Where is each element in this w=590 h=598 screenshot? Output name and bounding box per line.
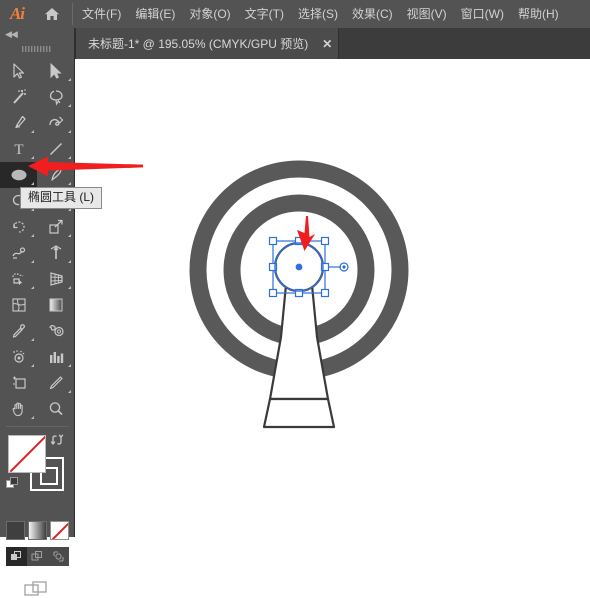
artboard-canvas[interactable]: [75, 59, 590, 537]
symbol-sprayer-tool[interactable]: [0, 344, 37, 370]
flyout-indicator-icon: [68, 182, 71, 185]
flyout-indicator-icon: [68, 78, 71, 81]
menu-edit[interactable]: 编辑(E): [128, 3, 182, 26]
blend-tool[interactable]: [37, 318, 74, 344]
flyout-indicator-icon: [68, 104, 71, 107]
column-graph-tool[interactable]: [37, 344, 74, 370]
hand-tool[interactable]: [0, 396, 37, 422]
tower-base: [262, 397, 336, 429]
document-tab[interactable]: 未标题-1* @ 195.05% (CMYK/GPU 预览) ✕: [75, 28, 340, 59]
flyout-indicator-icon: [68, 286, 71, 289]
draw-normal-button[interactable]: [5, 547, 27, 566]
lasso-tool[interactable]: [37, 84, 74, 110]
flyout-indicator-icon: [31, 338, 34, 341]
menu-help[interactable]: 帮助(H): [511, 3, 566, 26]
panel-drag-grip[interactable]: [0, 41, 74, 56]
document-tab-bar: 未标题-1* @ 195.05% (CMYK/GPU 预览) ✕: [0, 28, 590, 59]
tool-tooltip: 椭圆工具 (L): [20, 187, 103, 209]
tool-grid: T: [0, 58, 74, 422]
gradient-tool[interactable]: [37, 292, 74, 318]
menu-effect[interactable]: 效果(C): [345, 3, 400, 26]
draw-behind-button[interactable]: [26, 547, 48, 566]
swap-fill-stroke-icon[interactable]: [50, 433, 64, 447]
radar-tower-artwork: [189, 160, 409, 429]
live-shape-widget-dot: [342, 265, 346, 269]
curvature-tool[interactable]: [37, 110, 74, 136]
flyout-indicator-icon: [68, 260, 71, 263]
line-segment-tool[interactable]: [37, 136, 74, 162]
flyout-indicator-icon: [31, 416, 34, 419]
scale-tool[interactable]: [37, 214, 74, 240]
flyout-indicator-icon: [31, 234, 34, 237]
zoom-tool[interactable]: [37, 396, 74, 422]
flyout-indicator-icon: [31, 260, 34, 263]
illustrator-logo-icon: Ai: [9, 4, 25, 23]
draw-mode-buttons: [0, 547, 74, 566]
type-tool[interactable]: T: [0, 136, 37, 162]
mesh-tool[interactable]: [0, 292, 37, 318]
color-mode-buttons: [0, 521, 74, 540]
eyedropper-tool[interactable]: [0, 318, 37, 344]
handle-bottom-left[interactable]: [268, 288, 278, 298]
none-slash-icon: [50, 522, 68, 539]
default-fill-stroke-icon[interactable]: [6, 477, 19, 490]
artboard-tool[interactable]: [0, 370, 37, 396]
handle-top-left[interactable]: [268, 236, 278, 246]
pen-tool[interactable]: [0, 110, 37, 136]
flyout-indicator-icon: [31, 286, 34, 289]
shape-builder-tool[interactable]: [0, 266, 37, 292]
flyout-indicator-icon: [68, 364, 71, 367]
flyout-indicator-icon: [31, 182, 34, 185]
flyout-indicator-icon: [68, 234, 71, 237]
collapse-panel-icon[interactable]: ◀◀: [0, 28, 74, 41]
menu-file[interactable]: 文件(F): [75, 3, 128, 26]
svg-text:T: T: [14, 142, 23, 158]
tools-panel: ◀◀ T: [0, 28, 75, 596]
perspective-grid-tool[interactable]: [37, 266, 74, 292]
ellipse-tool[interactable]: [0, 162, 37, 188]
rotate-tool[interactable]: [0, 214, 37, 240]
fill-stroke-controls: [0, 431, 75, 519]
selection-center-point: [295, 263, 303, 271]
home-icon[interactable]: [34, 0, 70, 28]
flyout-indicator-icon: [31, 130, 34, 133]
gradient-mode-button[interactable]: [27, 521, 47, 540]
document-tab-label: 未标题-1* @ 195.05% (CMYK/GPU 预览): [88, 37, 309, 51]
color-mode-button[interactable]: [5, 521, 25, 540]
flyout-indicator-icon: [31, 364, 34, 367]
menu-select[interactable]: 选择(S): [291, 3, 345, 26]
toolbar-divider: [5, 426, 69, 427]
menu-object[interactable]: 对象(O): [182, 3, 237, 26]
free-transform-tool[interactable]: [37, 240, 74, 266]
close-icon[interactable]: ✕: [322, 38, 332, 50]
flyout-indicator-icon: [68, 156, 71, 159]
draw-inside-button[interactable]: [47, 547, 69, 566]
handle-bottom-right[interactable]: [320, 288, 330, 298]
slice-tool[interactable]: [37, 370, 74, 396]
menu-separator: [72, 3, 73, 25]
width-tool[interactable]: [0, 240, 37, 266]
menu-bar: Ai 文件(F) 编辑(E) 对象(O) 文字(T) 选择(S) 效果(C) 视…: [0, 0, 590, 28]
fill-swatch[interactable]: [8, 435, 46, 473]
flyout-indicator-icon: [31, 156, 34, 159]
screen-mode-button[interactable]: [0, 580, 74, 598]
handle-top-right[interactable]: [320, 236, 330, 246]
direct-selection-tool[interactable]: [37, 58, 74, 84]
selection-tool[interactable]: [0, 58, 37, 84]
none-slash-icon: [9, 436, 45, 472]
flyout-indicator-icon: [68, 130, 71, 133]
menu-type[interactable]: 文字(T): [238, 3, 291, 26]
magic-wand-tool[interactable]: [0, 84, 37, 110]
paintbrush-tool[interactable]: [37, 162, 74, 188]
menu-window[interactable]: 窗口(W): [454, 3, 511, 26]
none-mode-button[interactable]: [49, 521, 69, 540]
menu-view[interactable]: 视图(V): [400, 3, 454, 26]
flyout-indicator-icon: [68, 390, 71, 393]
